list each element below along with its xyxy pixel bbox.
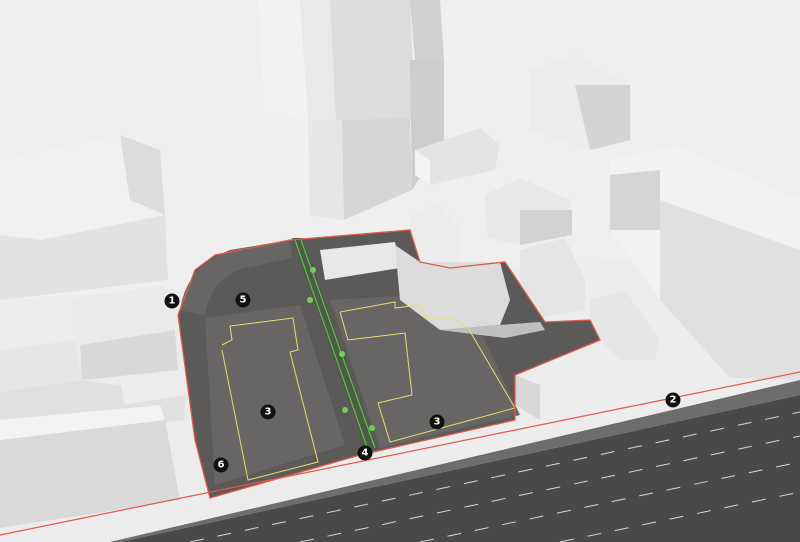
site-plan-3d-diagram: 1 2 3 3 4 5 6 [0,0,800,542]
svg-text:3: 3 [434,417,441,428]
marker-2[interactable]: 2 [665,392,681,408]
marker-1[interactable]: 1 [164,293,180,309]
svg-text:1: 1 [169,296,176,307]
marker-6[interactable]: 6 [213,457,229,473]
svg-text:6: 6 [218,460,225,471]
svg-text:3: 3 [265,407,272,418]
marker-3-left[interactable]: 3 [260,404,276,420]
marker-5[interactable]: 5 [235,292,251,308]
svg-text:5: 5 [240,295,247,306]
marker-4[interactable]: 4 [357,445,373,461]
marker-3-right[interactable]: 3 [429,414,445,430]
left-large-building [0,135,168,300]
svg-text:2: 2 [670,395,677,406]
svg-text:4: 4 [362,448,369,459]
